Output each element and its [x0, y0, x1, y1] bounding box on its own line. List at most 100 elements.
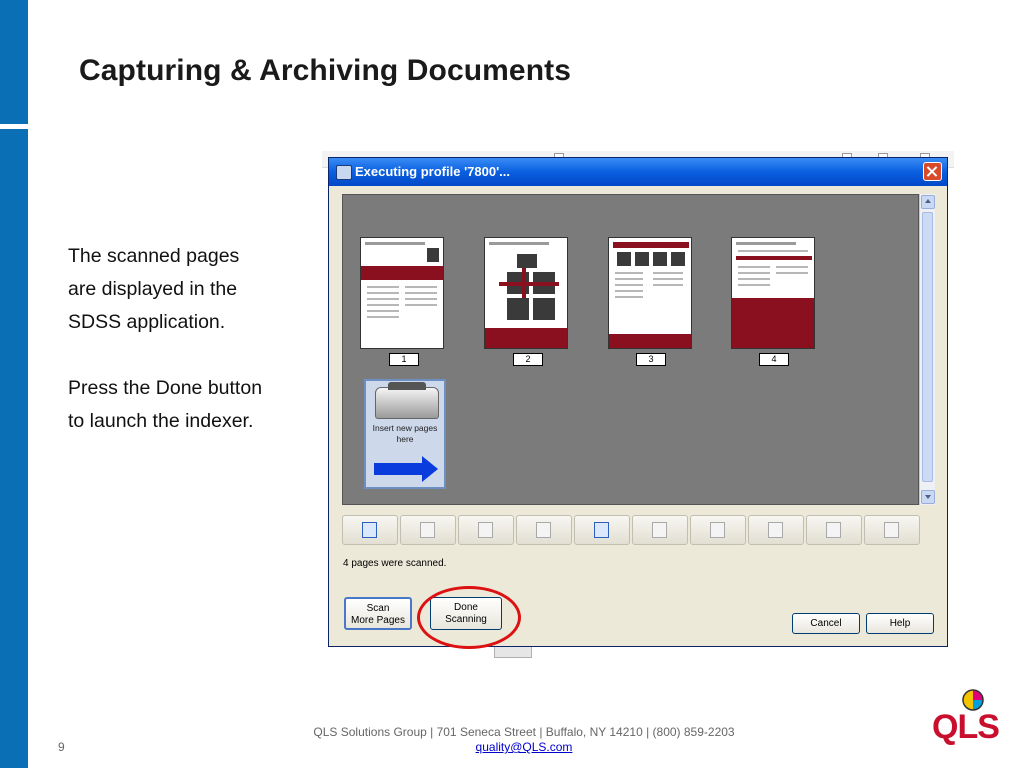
copy-button[interactable]: [806, 515, 862, 545]
thumb-color-band: [609, 334, 691, 348]
slide-title: Capturing & Archiving Documents: [79, 54, 572, 87]
slide-page-number: 9: [58, 740, 65, 754]
thumb-line: [367, 310, 399, 312]
thumb-image: [533, 298, 555, 320]
thumb-line: [367, 292, 399, 294]
thumb-line: [405, 292, 437, 294]
body-line: to launch the indexer.: [68, 410, 254, 432]
thumb-line: [738, 272, 770, 274]
undo-icon: [594, 522, 609, 538]
insert-pages-text: Insert new pages here: [366, 423, 444, 445]
scan-more-pages-button[interactable]: Scan More Pages: [344, 597, 412, 630]
move-icon: [768, 522, 783, 538]
page-thumbnail[interactable]: [360, 237, 444, 349]
close-icon[interactable]: [923, 162, 942, 181]
cancel-button[interactable]: Cancel: [792, 613, 860, 634]
help-button[interactable]: Help: [866, 613, 934, 634]
thumb-color-band: [499, 282, 559, 286]
thumb-line: [405, 286, 437, 288]
done-button-highlight-circle: [417, 586, 521, 649]
thumb-line: [653, 284, 683, 286]
sidebar-notch: [0, 124, 28, 129]
thumb-line: [367, 316, 399, 318]
scan-dialog: Executing profile '7800'... 1 2 3 4 Inse…: [328, 157, 948, 647]
thumb-image: [617, 252, 631, 266]
body-paragraph-1: The scanned pages are displayed in the S…: [68, 240, 308, 339]
thumb-color-band: [485, 328, 567, 348]
thumb-line: [653, 272, 683, 274]
qls-logo: QLS: [932, 686, 1004, 752]
page-thumbnail-viewer[interactable]: 1 2 3 4 Insert new pages here: [342, 194, 919, 505]
thumb-line: [776, 266, 808, 268]
thumb-line: [738, 284, 770, 286]
thumb-line: [738, 266, 770, 268]
app-icon: [336, 165, 352, 180]
thumb-line: [405, 304, 437, 306]
body-line: are displayed in the: [68, 278, 238, 300]
footer-email-link[interactable]: quality@QLS.com: [0, 740, 1024, 754]
thumb-image: [653, 252, 667, 266]
thumb-color-band: [736, 256, 812, 260]
insert-text-line: Insert new pages: [372, 423, 438, 433]
rotate-right-button[interactable]: [516, 515, 572, 545]
insert-text-line: here: [396, 434, 414, 444]
thumb-header: [736, 242, 796, 245]
body-paragraph-2: Press the Done button to launch the inde…: [68, 372, 308, 438]
thumb-image: [507, 298, 529, 320]
scan-status-text: 4 pages were scanned.: [343, 558, 447, 569]
thumb-image: [635, 252, 649, 266]
thumb-header: [365, 242, 425, 245]
body-line: Press the Done button: [68, 377, 263, 399]
thumb-color-band: [613, 242, 689, 248]
body-line: SDSS application.: [68, 311, 226, 333]
scanner-icon: [375, 382, 439, 419]
thumb-image: [671, 252, 685, 266]
footer-address: QLS Solutions Group | 701 Seneca Street …: [313, 725, 735, 739]
slide-sidebar-stripe: [0, 0, 28, 768]
append-page-button[interactable]: [400, 515, 456, 545]
dialog-title: Executing profile '7800'...: [355, 164, 511, 179]
body-line: The scanned pages: [68, 245, 240, 267]
thumb-line: [615, 296, 643, 298]
thumb-header: [489, 242, 549, 245]
thumb-color-band: [361, 266, 443, 280]
page-number-label: 2: [513, 353, 543, 366]
thumb-line: [367, 298, 399, 300]
logo-text: QLS: [932, 708, 1000, 746]
thumb-image: [517, 254, 537, 268]
page-thumbnail[interactable]: [608, 237, 692, 349]
replace-icon: [652, 522, 667, 538]
thumb-line: [405, 298, 437, 300]
delete-button[interactable]: [690, 515, 746, 545]
dialog-titlebar[interactable]: Executing profile '7800'...: [329, 158, 947, 186]
vertical-scrollbar[interactable]: [919, 194, 935, 505]
rotate-left-button[interactable]: [458, 515, 514, 545]
move-button[interactable]: [748, 515, 804, 545]
thumb-line: [615, 272, 643, 274]
page-thumbnail[interactable]: [731, 237, 815, 349]
scroll-down-icon[interactable]: [921, 490, 935, 504]
undo-button[interactable]: [574, 515, 630, 545]
thumb-line: [615, 290, 643, 292]
scroll-up-icon[interactable]: [921, 195, 935, 209]
page-thumbnail[interactable]: [484, 237, 568, 349]
thumb-image: [427, 248, 439, 262]
insert-page-button[interactable]: [342, 515, 398, 545]
delete-all-button[interactable]: [864, 515, 920, 545]
thumb-line: [738, 250, 808, 252]
thumb-line: [738, 278, 770, 280]
thumb-line: [776, 272, 808, 274]
page-number-label: 4: [759, 353, 789, 366]
replace-button[interactable]: [632, 515, 688, 545]
thumb-line: [367, 286, 399, 288]
delete-icon: [710, 522, 725, 538]
thumb-line: [615, 278, 643, 280]
append-page-icon: [420, 522, 435, 538]
delete-all-icon: [884, 522, 899, 538]
scroll-thumb[interactable]: [922, 212, 933, 482]
button-label-line: Scan: [366, 603, 390, 614]
insert-pages-card[interactable]: Insert new pages here: [364, 379, 446, 489]
thumb-color-band: [732, 298, 814, 348]
button-label-line: More Pages: [351, 615, 405, 626]
arrow-right-icon: [374, 463, 422, 475]
